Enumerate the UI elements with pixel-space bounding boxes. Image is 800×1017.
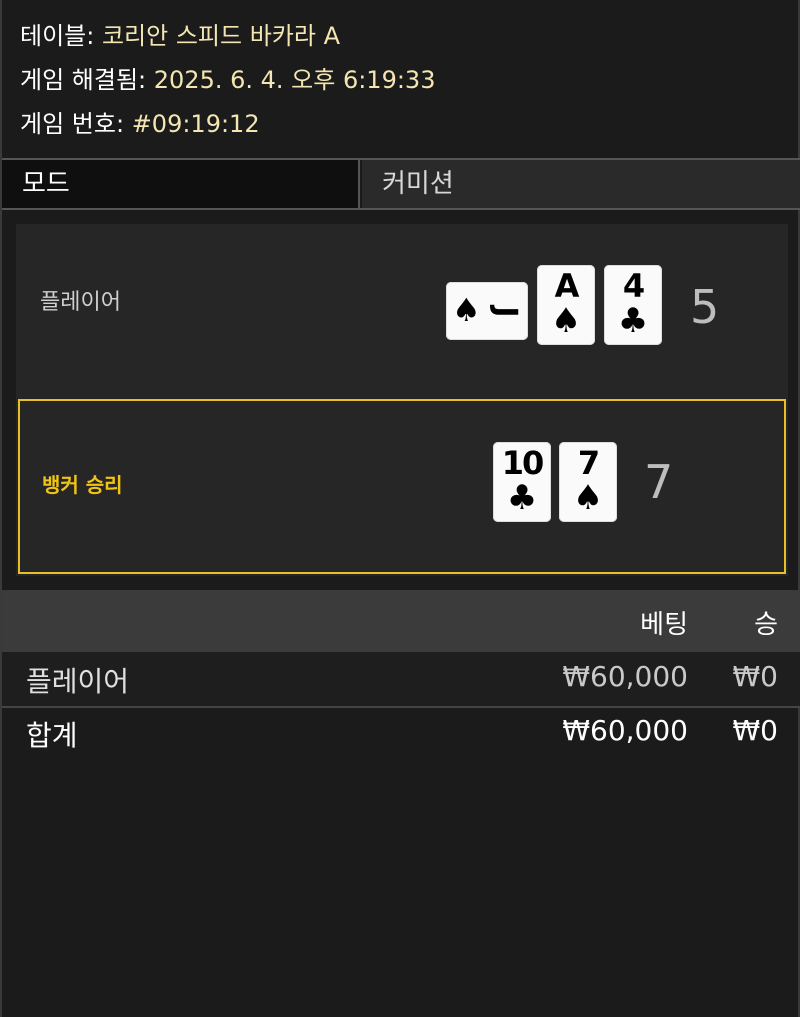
player-card-1: ♠ J bbox=[446, 282, 528, 340]
card-rank: A bbox=[554, 267, 580, 305]
banker-win-label: 뱅커 승리 bbox=[42, 473, 123, 497]
table-row: 플레이어 ₩60,000 ₩0 bbox=[2, 652, 800, 708]
bets-table-header: 베팅 승 bbox=[2, 590, 800, 652]
hand-results: 플레이어 ♠ J A ♠ 4 ♣ 5 뱅커 승리 10 ♣ 7 ♠ 7 bbox=[16, 224, 788, 576]
banker-card-1: 10 ♣ bbox=[493, 442, 551, 522]
bet-name: 플레이어 bbox=[26, 665, 130, 698]
game-info: 테이블: 코리안 스피드 바카라 A 게임 해결됨: 2025. 6. 4. 오… bbox=[20, 14, 435, 146]
mode-value: 커미션 bbox=[362, 160, 800, 208]
win-amount: ₩0 bbox=[732, 660, 779, 693]
win-column-header: 승 bbox=[754, 610, 778, 640]
spade-icon: ♠ bbox=[550, 301, 582, 341]
game-number-info: 게임 번호: #09:19:12 bbox=[20, 102, 435, 146]
total-row: 합계 ₩60,000 ₩0 bbox=[2, 706, 800, 760]
club-icon: ♣ bbox=[506, 478, 538, 518]
player-card-3: 4 ♣ bbox=[604, 265, 662, 345]
player-hand-row: 플레이어 ♠ J A ♠ 4 ♣ 5 bbox=[16, 224, 788, 398]
card-rank: 10 bbox=[501, 444, 545, 482]
card-rank: J bbox=[488, 306, 524, 316]
mode-bar: 모드 커미션 bbox=[2, 158, 800, 210]
table-value: 코리안 스피드 바카라 A bbox=[101, 22, 340, 50]
mode-label: 모드 bbox=[2, 160, 360, 208]
table-info: 테이블: 코리안 스피드 바카라 A bbox=[20, 14, 435, 58]
banker-hand-row: 뱅커 승리 10 ♣ 7 ♠ 7 bbox=[18, 399, 786, 574]
spade-icon: ♠ bbox=[572, 478, 604, 518]
card-rank: 7 bbox=[577, 444, 600, 482]
total-win-amount: ₩0 bbox=[732, 714, 779, 747]
resolved-info: 게임 해결됨: 2025. 6. 4. 오후 6:19:33 bbox=[20, 58, 435, 102]
game-detail-panel: 테이블: 코리안 스피드 바카라 A 게임 해결됨: 2025. 6. 4. 오… bbox=[0, 0, 800, 1017]
game-number-label: 게임 번호: bbox=[20, 110, 125, 138]
spade-icon: ♠ bbox=[452, 291, 481, 329]
table-label: 테이블: bbox=[20, 22, 95, 50]
resolved-value: 2025. 6. 4. 오후 6:19:33 bbox=[153, 66, 436, 94]
player-label: 플레이어 bbox=[40, 290, 121, 315]
game-number-value: #09:19:12 bbox=[131, 110, 260, 138]
resolved-label: 게임 해결됨: bbox=[20, 66, 147, 94]
player-score: 5 bbox=[690, 280, 720, 334]
banker-score: 7 bbox=[644, 455, 674, 509]
total-label: 합계 bbox=[26, 719, 78, 752]
card-rank: 4 bbox=[622, 267, 645, 305]
bet-column-header: 베팅 bbox=[640, 610, 688, 640]
bet-amount: ₩60,000 bbox=[562, 660, 688, 693]
player-card-2: A ♠ bbox=[537, 265, 595, 345]
club-icon: ♣ bbox=[617, 301, 649, 341]
total-bet-amount: ₩60,000 bbox=[562, 714, 688, 747]
banker-card-2: 7 ♠ bbox=[559, 442, 617, 522]
